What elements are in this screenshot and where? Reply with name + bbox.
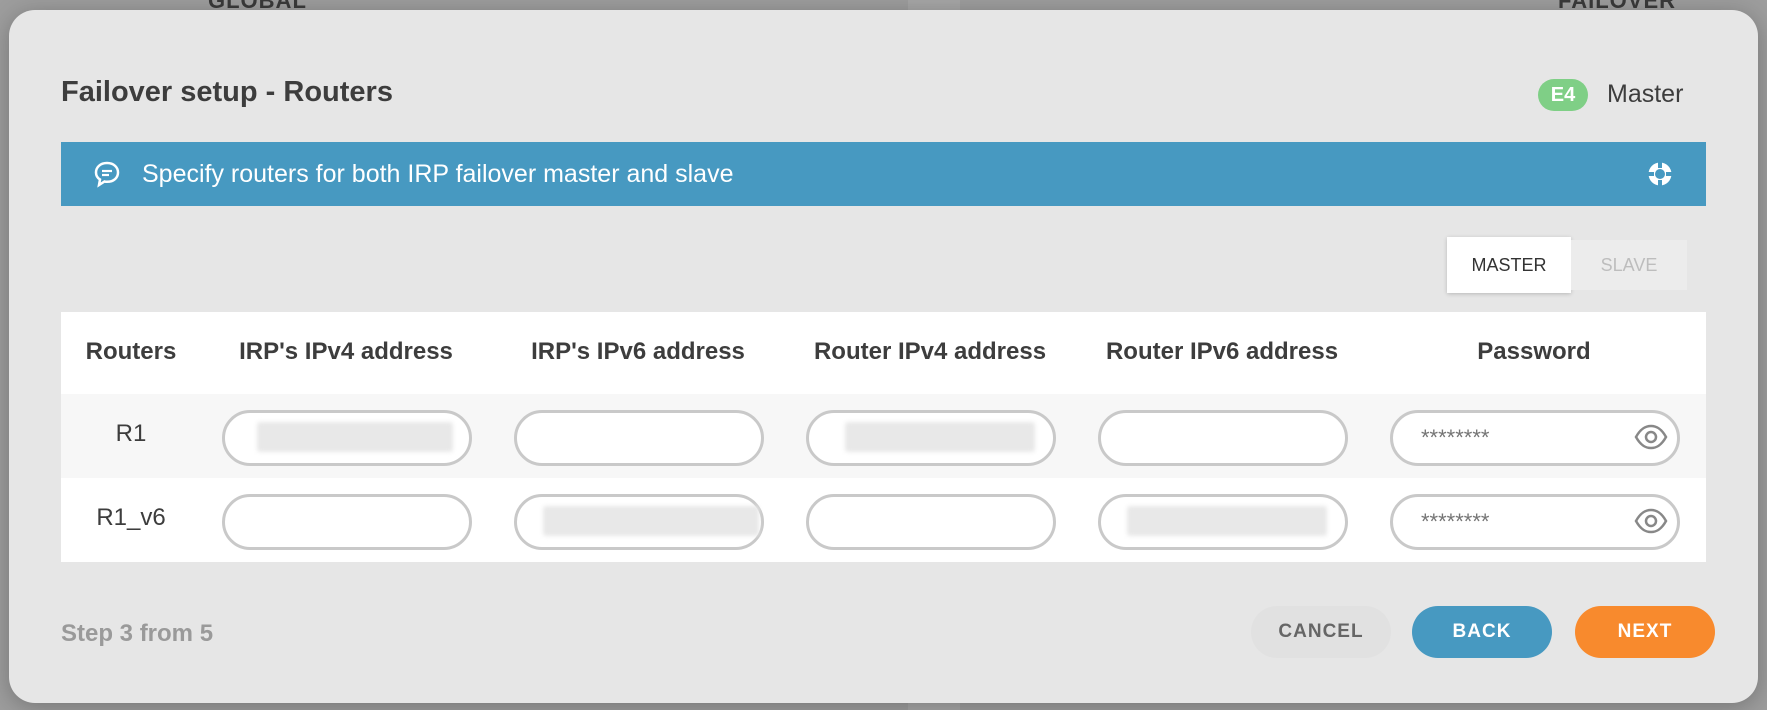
eye-icon[interactable] — [1634, 506, 1668, 536]
eye-icon[interactable] — [1634, 422, 1668, 452]
irp-ipv6-input[interactable] — [514, 410, 764, 466]
table-row: R1_v6 — [61, 478, 1706, 562]
master-tab[interactable]: MASTER — [1447, 237, 1571, 293]
router-ipv4-input[interactable] — [806, 494, 1056, 550]
redacted-value — [257, 422, 453, 452]
table-header: Routers IRP's IPv4 address IRP's IPv6 ad… — [61, 312, 1706, 394]
redacted-value — [845, 422, 1035, 452]
redacted-value — [1127, 506, 1327, 536]
header-router-ipv6: Router IPv6 address — [1105, 338, 1339, 365]
table-row: R1 — [61, 394, 1706, 478]
mode-label: Master — [1607, 80, 1684, 108]
router-name: R1_v6 — [96, 504, 166, 531]
header-routers: Routers — [85, 338, 177, 365]
header-router-ipv4: Router IPv4 address — [813, 338, 1047, 365]
master-slave-toggle: MASTER SLAVE — [1447, 237, 1687, 293]
redacted-value — [543, 506, 759, 536]
header-password: Password — [1477, 338, 1591, 365]
header-irp-ipv6: IRP's IPv6 address — [531, 338, 745, 365]
cancel-button[interactable]: CANCEL — [1251, 606, 1391, 658]
slave-tab[interactable]: SLAVE — [1571, 240, 1687, 290]
mode-badge: E4 — [1538, 79, 1588, 111]
info-banner: Specify routers for both IRP failover ma… — [61, 142, 1706, 206]
router-name: R1 — [115, 420, 147, 447]
back-button[interactable]: BACK — [1412, 606, 1552, 658]
step-indicator: Step 3 from 5 — [61, 620, 214, 647]
routers-table: Routers IRP's IPv4 address IRP's IPv6 ad… — [61, 312, 1706, 562]
irp-ipv4-input[interactable] — [222, 494, 472, 550]
chat-bubble-icon — [94, 161, 120, 188]
router-ipv6-input[interactable] — [1098, 410, 1348, 466]
header-irp-ipv4: IRP's IPv4 address — [239, 338, 453, 365]
next-button[interactable]: NEXT — [1575, 606, 1715, 658]
info-banner-text: Specify routers for both IRP failover ma… — [142, 160, 734, 188]
failover-setup-dialog: Failover setup - Routers E4 Master Speci… — [9, 10, 1758, 703]
lifebuoy-help-icon[interactable] — [1646, 160, 1674, 188]
dialog-title: Failover setup - Routers — [61, 76, 393, 108]
